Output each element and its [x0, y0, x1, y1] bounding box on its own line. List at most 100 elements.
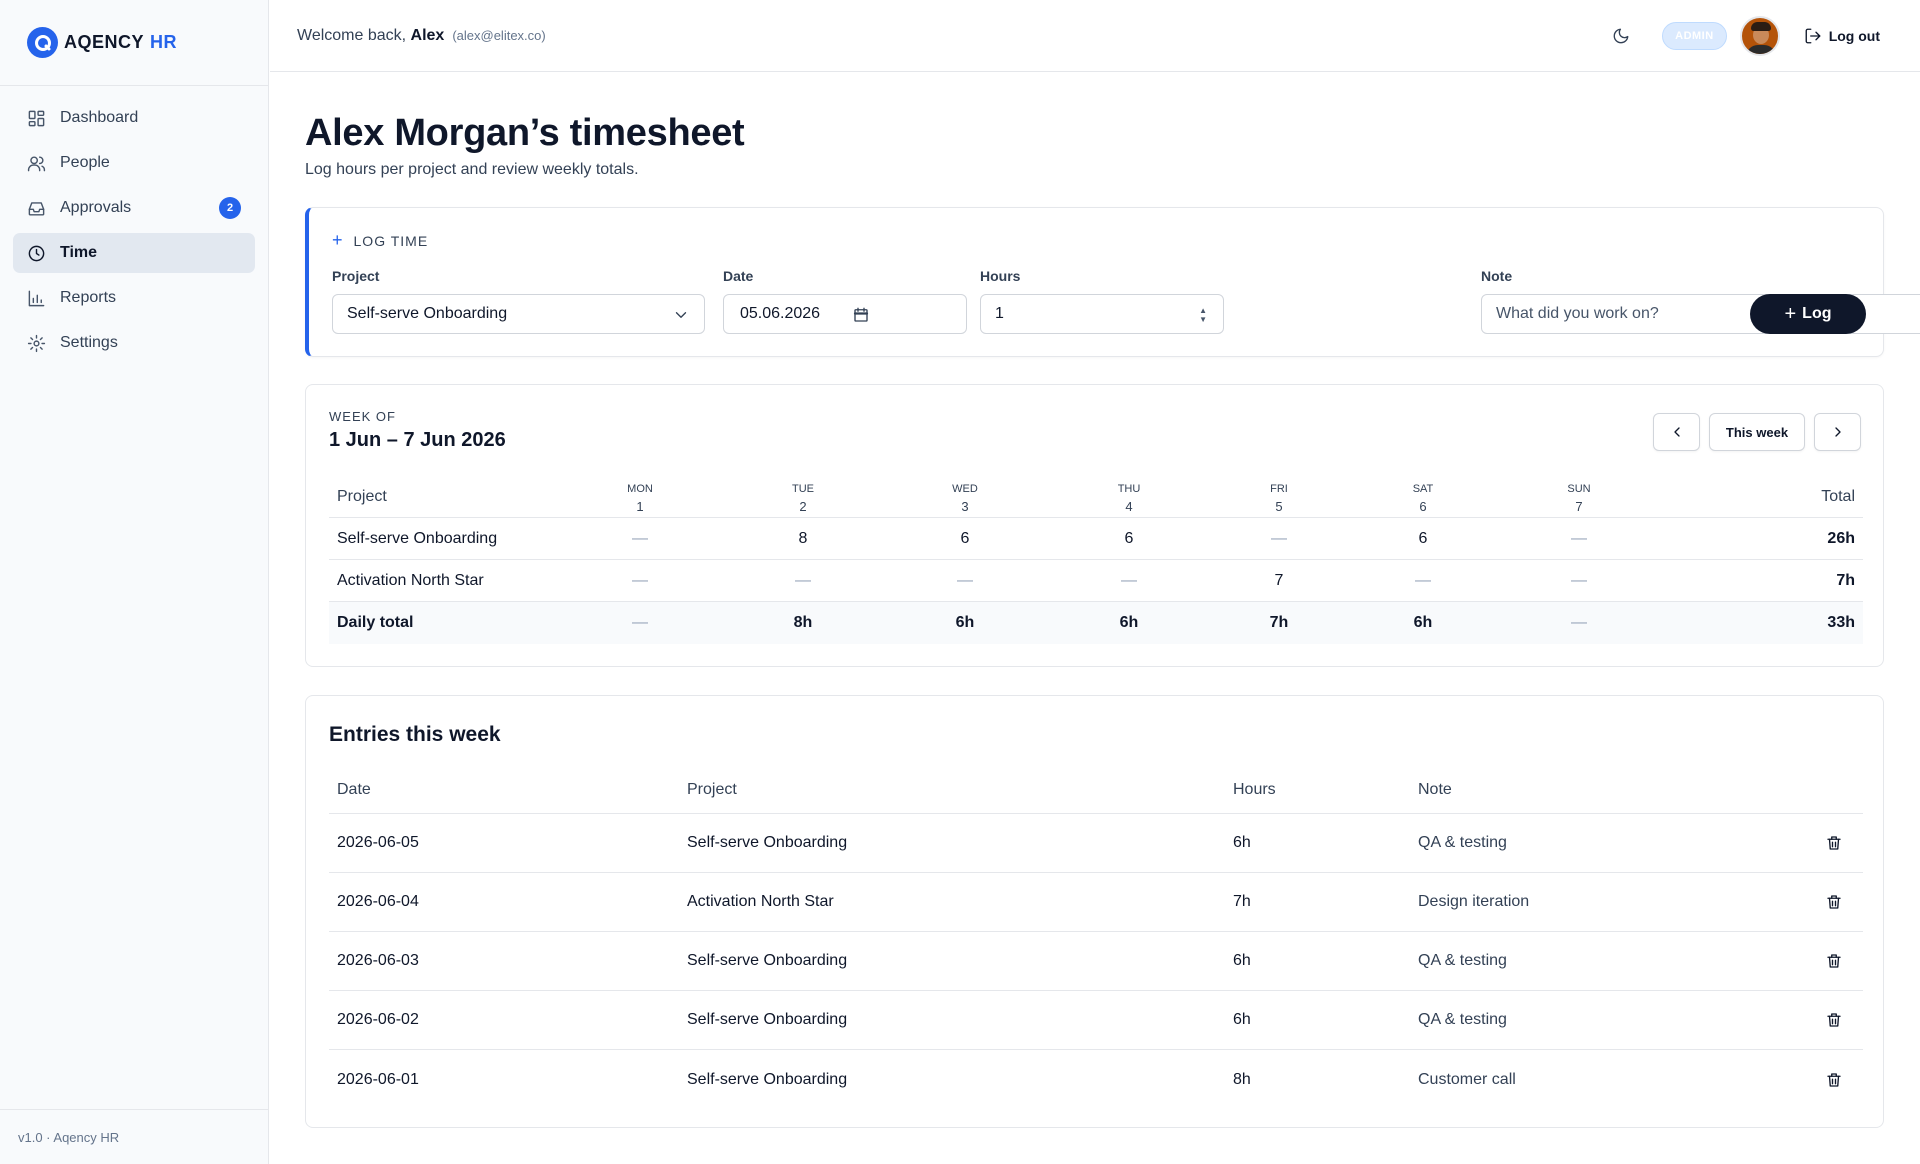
plus-icon: +	[332, 230, 344, 250]
entry-hours: 7h	[1233, 893, 1251, 910]
delete-entry-button[interactable]	[1825, 814, 1843, 872]
grid-cell: —	[957, 571, 973, 589]
daily-total-label: Daily total	[337, 614, 414, 631]
project-column-header: Project	[687, 780, 737, 798]
daily-total-cell: 6h	[1119, 614, 1139, 631]
entry-note: QA & testing	[1418, 1011, 1507, 1028]
log-button[interactable]: + Log	[1750, 294, 1866, 334]
next-week-button[interactable]	[1814, 413, 1861, 451]
entry-project: Self-serve Onboarding	[687, 1011, 848, 1028]
project-select[interactable]: Self-serve Onboarding	[332, 294, 705, 334]
day-header-sat: SAT 6	[1412, 483, 1434, 514]
note-label: Note	[1481, 268, 1513, 284]
entry-date: 2026-06-02	[337, 1011, 419, 1028]
daily-total-cell: 6h	[955, 614, 975, 631]
plus-icon: +	[1784, 302, 1797, 325]
grid-cell: —	[1571, 571, 1587, 589]
page-title: Alex Morgan’s timesheet	[305, 112, 745, 154]
approvals-count-badge: 2	[219, 197, 241, 219]
sidebar-item-label: Reports	[60, 289, 117, 306]
entries-title: Entries this week	[329, 723, 501, 746]
delete-entry-button[interactable]	[1825, 873, 1843, 931]
entry-hours: 6h	[1233, 952, 1251, 969]
hours-input[interactable]: 1 ▲ ▼	[980, 294, 1224, 334]
entries-table: Date Project Hours Note 2026-06-05 Self-…	[329, 766, 1863, 1109]
grid-cell: —	[1121, 571, 1137, 589]
page-subtitle: Log hours per project and review weekly …	[305, 161, 639, 178]
table-row: 2026-06-05 Self-serve Onboarding 6h QA &…	[329, 814, 1863, 873]
entry-project: Self-serve Onboarding	[687, 1070, 848, 1088]
grid-cell: 6	[1124, 529, 1134, 547]
day-header-fri: FRI 5	[1270, 483, 1288, 514]
daily-total-cell: 8h	[793, 614, 813, 631]
week-of-label: WEEK OF	[329, 409, 396, 424]
bar-chart-icon	[28, 290, 45, 306]
grid-cell: 6	[1418, 529, 1428, 547]
grid-row-total: 7h	[1836, 571, 1855, 589]
user-email: (alex@elitex.co)	[452, 27, 546, 43]
delete-entry-button[interactable]	[1825, 991, 1843, 1049]
project-label: Project	[332, 268, 380, 284]
sidebar-item-reports[interactable]: Reports	[13, 278, 255, 318]
calendar-icon[interactable]	[852, 306, 870, 324]
log-time-heading: + LOG TIME	[332, 230, 429, 250]
date-label: Date	[723, 268, 754, 284]
daily-total-row: Daily total — 8h 6h 6h 7h 6h — 33h	[329, 602, 1863, 644]
week-grand-total: 33h	[1827, 614, 1855, 631]
week-navigation: This week	[1644, 413, 1861, 451]
this-week-button[interactable]: This week	[1709, 413, 1805, 451]
sidebar-item-settings[interactable]: Settings	[13, 323, 255, 363]
grid-cell: —	[632, 529, 648, 547]
entry-project: Self-serve Onboarding	[687, 952, 848, 969]
grid-cell: 7	[1274, 571, 1284, 589]
trash-icon	[1827, 895, 1841, 909]
day-header-sun: SUN 7	[1567, 483, 1591, 514]
avatar[interactable]	[1739, 16, 1780, 56]
delete-entry-button[interactable]	[1825, 1050, 1843, 1109]
sidebar-item-dashboard[interactable]: Dashboard	[13, 98, 255, 138]
previous-week-button[interactable]	[1653, 413, 1700, 451]
grid-cell: —	[795, 571, 811, 589]
grid-project-name: Activation North Star	[337, 571, 484, 589]
entry-note: Customer call	[1418, 1070, 1516, 1088]
daily-total-cell: 7h	[1269, 614, 1289, 631]
table-row: 2026-06-01 Self-serve Onboarding 8h Cust…	[329, 1050, 1863, 1109]
brand[interactable]: AQENCY HR	[0, 0, 268, 86]
entry-project: Activation North Star	[687, 893, 834, 910]
date-column-header: Date	[337, 780, 371, 798]
dashboard-icon	[28, 110, 45, 126]
chevron-right-icon	[1834, 427, 1841, 437]
delete-entry-button[interactable]	[1825, 932, 1843, 990]
daily-total-cell: —	[632, 614, 648, 631]
inbox-icon	[28, 201, 45, 216]
logout-icon	[1805, 28, 1821, 44]
logout-button[interactable]: Log out	[1804, 27, 1880, 45]
number-stepper[interactable]: ▲ ▼	[1199, 306, 1207, 324]
daily-total-cell: —	[1571, 614, 1587, 631]
grid-row-total: 26h	[1827, 529, 1855, 547]
entry-date: 2026-06-03	[337, 952, 419, 969]
date-input[interactable]: 05.06.2026	[723, 294, 967, 334]
sidebar-item-label: Approvals	[60, 199, 132, 216]
entries-card: Entries this week Date Project Hours Not…	[305, 695, 1884, 1128]
table-row: 2026-06-03 Self-serve Onboarding 6h QA &…	[329, 932, 1863, 991]
theme-toggle-button[interactable]	[1606, 21, 1636, 51]
sidebar-item-people[interactable]: People	[13, 143, 255, 183]
project-column-header: Project	[337, 488, 387, 505]
sidebar-item-label: People	[60, 154, 110, 171]
sidebar-item-label: Settings	[60, 334, 118, 351]
grid-cell: —	[1571, 529, 1587, 547]
brand-logo-icon	[27, 27, 58, 58]
day-header-thu: THU 4	[1117, 483, 1141, 514]
sidebar-nav: Dashboard People Approvals 2 Time Report…	[0, 86, 268, 380]
sidebar-item-approvals[interactable]: Approvals 2	[13, 188, 255, 228]
grid-row: Activation North Star — — — — 7 — — 7h	[329, 560, 1863, 602]
hours-label: Hours	[980, 268, 1021, 284]
role-badge: ADMIN	[1662, 22, 1727, 50]
trash-icon	[1827, 1013, 1841, 1027]
entry-note: QA & testing	[1418, 834, 1507, 851]
sidebar-item-time[interactable]: Time	[13, 233, 255, 273]
grid-cell: —	[1271, 529, 1287, 547]
table-row: 2026-06-04 Activation North Star 7h Desi…	[329, 873, 1863, 932]
entry-hours: 8h	[1233, 1070, 1251, 1088]
